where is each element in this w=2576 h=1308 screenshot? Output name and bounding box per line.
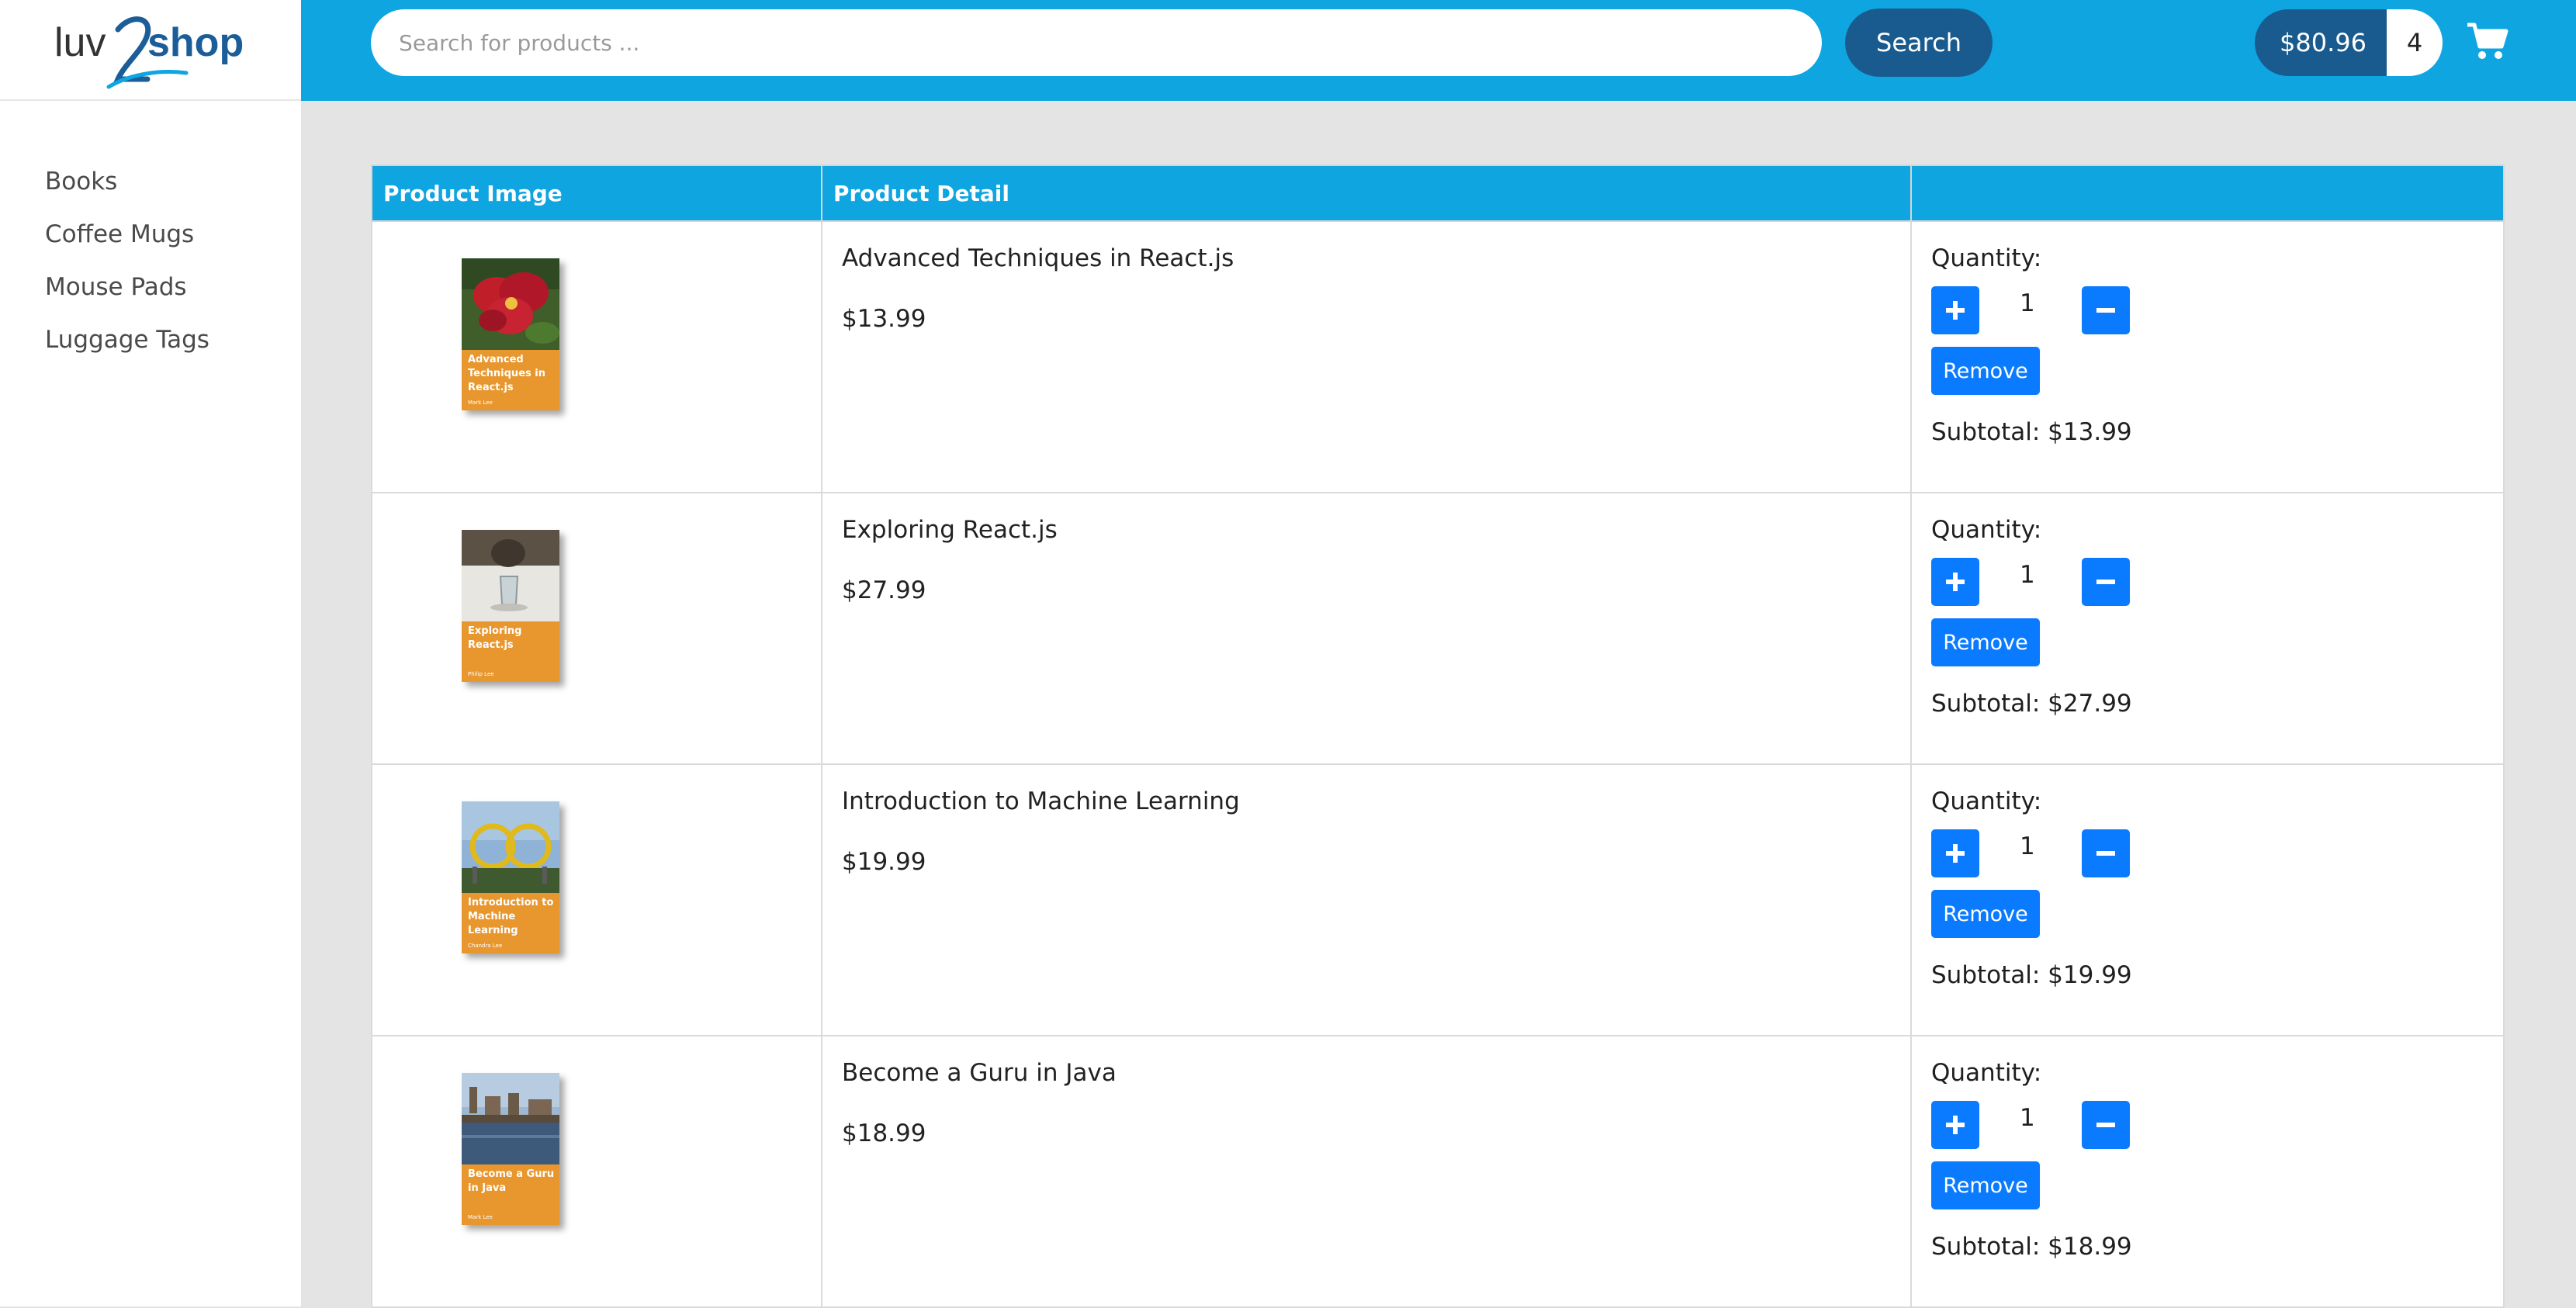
- subtotal: Subtotal: $13.99: [1931, 418, 2132, 446]
- logo-text-shop: shop: [147, 20, 244, 65]
- subtotal: Subtotal: $19.99: [1931, 961, 2132, 989]
- quantity-cell: Quantity: 1 Remove Subtotal: $13.99: [1910, 220, 2505, 493]
- table-row: Advanced Techniques in React.js Mark Lee…: [371, 220, 2505, 493]
- cover-title-text: Introduction to Machine Learning: [468, 897, 554, 936]
- quantity-stepper: 1: [1931, 1101, 2502, 1151]
- product-price: $13.99: [842, 305, 926, 333]
- cover-title-text: Exploring React.js: [468, 625, 522, 651]
- quantity-label: Quantity:: [1931, 787, 2042, 815]
- search-button[interactable]: Search: [1845, 9, 1993, 77]
- luv2shop-logo[interactable]: luv shop: [54, 6, 248, 92]
- sidebar: luv shop Books Coffee Mugs Mouse Pads Lu…: [0, 0, 301, 1306]
- quantity-label: Quantity:: [1931, 516, 2042, 544]
- logo-container: luv shop: [0, 0, 301, 101]
- cart-table-container: Product Image Product Detail Advanced Te…: [371, 164, 2505, 1308]
- remove-button[interactable]: Remove: [1931, 347, 2040, 395]
- quantity-value: 1: [2020, 289, 2035, 317]
- top-header: Search $80.96 4: [301, 0, 2576, 101]
- plus-icon: [1946, 573, 1965, 591]
- product-detail-cell: Introduction to Machine Learning $19.99: [821, 763, 1912, 1036]
- cover-photo-city-river: [462, 1073, 559, 1164]
- cover-author-text: Philip Lee: [468, 671, 494, 677]
- minus-icon: [2096, 580, 2115, 584]
- shopping-cart-icon[interactable]: [2466, 22, 2509, 61]
- product-name: Become a Guru in Java: [842, 1059, 1117, 1087]
- product-name: Advanced Techniques in React.js: [842, 244, 1234, 272]
- table-row: Introduction to Machine Learning Chandra…: [371, 763, 2505, 1036]
- cover-title-text: Advanced Techniques in React.js: [468, 354, 545, 393]
- book-cover-image: Exploring React.js Philip Lee: [462, 530, 559, 682]
- cover-author-text: Chandra Lee: [468, 943, 503, 949]
- logo-text-luv: luv: [54, 20, 106, 65]
- product-price: $27.99: [842, 576, 926, 604]
- cover-title-text: Become a Guru in Java: [468, 1168, 555, 1194]
- increment-quantity-button[interactable]: [1931, 829, 1979, 877]
- quantity-stepper: 1: [1931, 286, 2502, 336]
- product-name: Exploring React.js: [842, 516, 1058, 544]
- increment-quantity-button[interactable]: [1931, 558, 1979, 606]
- minus-icon: [2096, 308, 2115, 313]
- product-name: Introduction to Machine Learning: [842, 787, 1240, 815]
- quantity-cell: Quantity: 1 Remove Subtotal: $18.99: [1910, 1035, 2505, 1308]
- decrement-quantity-button[interactable]: [2082, 829, 2130, 877]
- plus-icon: [1946, 844, 1965, 863]
- table-row: Become a Guru in Java Mark Lee Become a …: [371, 1035, 2505, 1308]
- quantity-label: Quantity:: [1931, 244, 2042, 272]
- search-input[interactable]: [371, 9, 1822, 76]
- quantity-value: 1: [2020, 1104, 2035, 1132]
- column-header-product-image: Product Image: [371, 164, 822, 222]
- decrement-quantity-button[interactable]: [2082, 1101, 2130, 1149]
- cover-photo-roller-coaster: [462, 801, 559, 893]
- category-nav: Books Coffee Mugs Mouse Pads Luggage Tag…: [45, 161, 209, 372]
- cart-total-quantity: 4: [2387, 9, 2443, 76]
- remove-button[interactable]: Remove: [1931, 890, 2040, 938]
- cart-total-price: $80.96: [2255, 9, 2387, 76]
- table-row: Exploring React.js Philip Lee Exploring …: [371, 492, 2505, 765]
- sidebar-item-coffee-mugs[interactable]: Coffee Mugs: [45, 214, 209, 267]
- subtotal: Subtotal: $18.99: [1931, 1233, 2132, 1261]
- sidebar-item-books[interactable]: Books: [45, 161, 209, 214]
- product-price: $19.99: [842, 848, 926, 876]
- minus-icon: [2096, 1123, 2115, 1127]
- cover-author-text: Mark Lee: [468, 1214, 493, 1220]
- plus-icon: [1946, 1116, 1965, 1134]
- product-price: $18.99: [842, 1119, 926, 1147]
- product-detail-cell: Become a Guru in Java $18.99: [821, 1035, 1912, 1308]
- quantity-value: 1: [2020, 832, 2035, 860]
- quantity-stepper: 1: [1931, 829, 2502, 879]
- remove-button[interactable]: Remove: [1931, 1161, 2040, 1209]
- book-cover-image: Advanced Techniques in React.js Mark Lee: [462, 258, 559, 410]
- quantity-value: 1: [2020, 561, 2035, 589]
- product-detail-cell: Advanced Techniques in React.js $13.99: [821, 220, 1912, 493]
- increment-quantity-button[interactable]: [1931, 286, 1979, 334]
- quantity-stepper: 1: [1931, 558, 2502, 607]
- remove-button[interactable]: Remove: [1931, 618, 2040, 666]
- cover-author-text: Mark Lee: [468, 400, 493, 406]
- column-header-product-detail: Product Detail: [821, 164, 1912, 222]
- cart-table: Product Image Product Detail Advanced Te…: [371, 164, 2505, 1308]
- product-detail-cell: Exploring React.js $27.99: [821, 492, 1912, 765]
- plus-icon: [1946, 301, 1965, 320]
- quantity-cell: Quantity: 1 Remove Subtotal: $27.99: [1910, 492, 2505, 765]
- book-cover-image: Introduction to Machine Learning Chandra…: [462, 801, 559, 953]
- product-image-cell: Become a Guru in Java Mark Lee: [371, 1035, 822, 1308]
- book-cover-image: Become a Guru in Java Mark Lee: [462, 1073, 559, 1225]
- product-image-cell: Introduction to Machine Learning Chandra…: [371, 763, 822, 1036]
- product-image-cell: Exploring React.js Philip Lee: [371, 492, 822, 765]
- minus-icon: [2096, 851, 2115, 856]
- subtotal: Subtotal: $27.99: [1931, 690, 2132, 718]
- cover-photo-red-flower: [462, 258, 559, 350]
- product-image-cell: Advanced Techniques in React.js Mark Lee: [371, 220, 822, 493]
- quantity-label: Quantity:: [1931, 1059, 2042, 1087]
- cover-photo-glass-on-table: [462, 530, 559, 621]
- decrement-quantity-button[interactable]: [2082, 286, 2130, 334]
- increment-quantity-button[interactable]: [1931, 1101, 1979, 1149]
- decrement-quantity-button[interactable]: [2082, 558, 2130, 606]
- cart-status[interactable]: $80.96 4: [2255, 9, 2443, 76]
- column-header-actions: [1910, 164, 2505, 222]
- sidebar-item-mouse-pads[interactable]: Mouse Pads: [45, 267, 209, 320]
- quantity-cell: Quantity: 1 Remove Subtotal: $19.99: [1910, 763, 2505, 1036]
- sidebar-item-luggage-tags[interactable]: Luggage Tags: [45, 320, 209, 372]
